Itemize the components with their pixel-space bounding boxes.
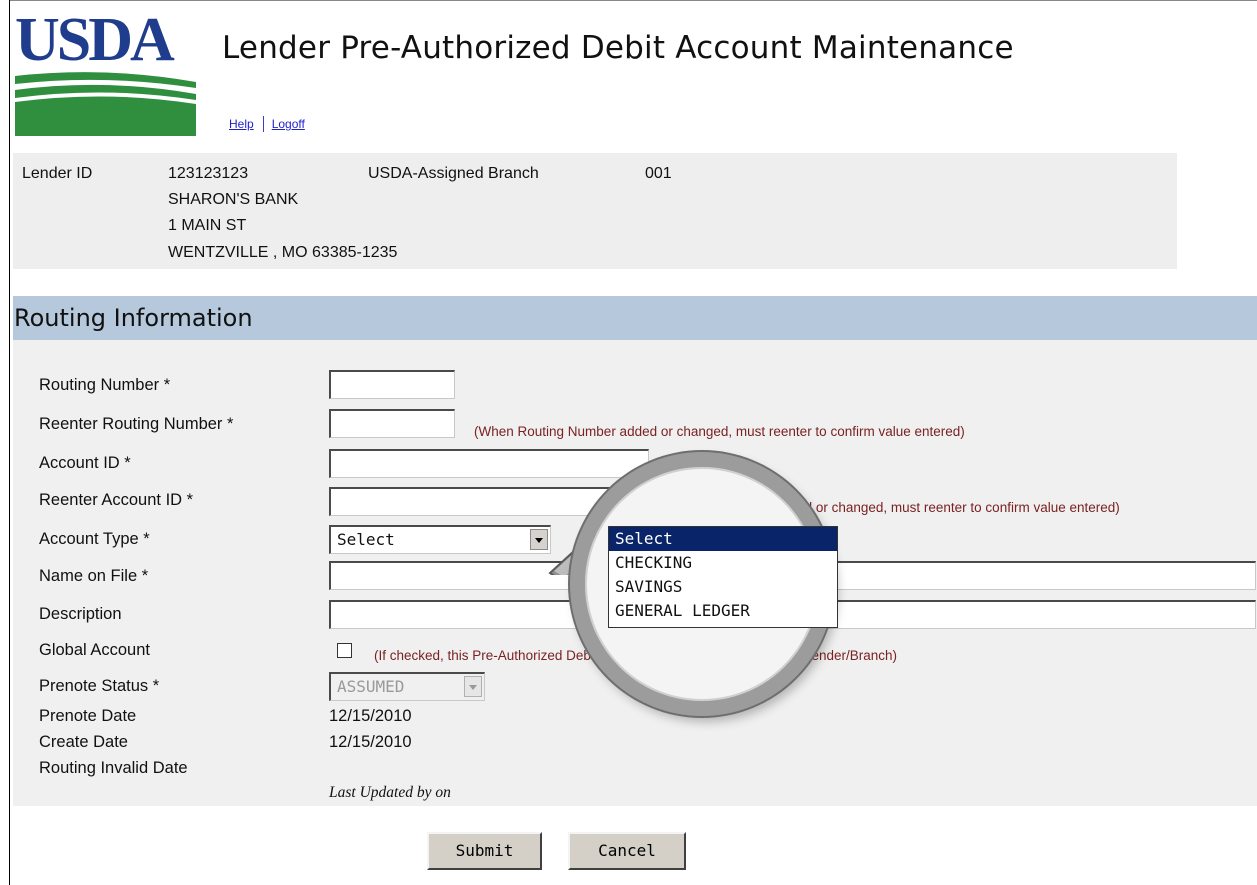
account-id-label: Account ID *: [39, 454, 131, 472]
prenote-status-value: ASSUMED: [337, 677, 405, 696]
dropdown-option[interactable]: CHECKING: [609, 551, 837, 575]
dropdown-arrow-icon: [464, 676, 482, 697]
reenter-routing-number-input[interactable]: [329, 409, 455, 438]
branch-label: USDA-Assigned Branch: [368, 165, 539, 182]
lender-street: 1 MAIN ST: [168, 217, 247, 234]
dropdown-option[interactable]: SAVINGS: [609, 575, 837, 599]
account-type-select[interactable]: Select: [329, 525, 551, 554]
lender-id-value: 123123123: [168, 165, 249, 182]
page-title: Lender Pre-Authorized Debit Account Main…: [222, 30, 1014, 66]
prenote-date-value: 12/15/2010: [329, 707, 412, 725]
dropdown-option[interactable]: GENERAL LEDGER: [609, 599, 837, 623]
lender-info-panel: Lender ID 123123123 USDA-Assigned Branch…: [13, 153, 1177, 269]
global-account-label: Global Account: [39, 641, 150, 659]
logoff-link[interactable]: Logoff: [272, 117, 305, 131]
routing-number-hint: (When Routing Number added or changed, m…: [474, 424, 965, 439]
routing-invalid-date-label: Routing Invalid Date: [39, 759, 188, 777]
last-updated-text: Last Updated by on: [329, 784, 451, 801]
section-header: Routing Information: [13, 296, 1257, 340]
submit-button[interactable]: Submit: [427, 832, 542, 870]
usda-logo: USDA: [15, 6, 196, 136]
routing-number-label: Routing Number *: [39, 376, 171, 394]
branch-value: 001: [645, 165, 672, 182]
description-label: Description: [39, 605, 122, 623]
name-on-file-label: Name on File *: [39, 567, 149, 585]
prenote-status-label: Prenote Status *: [39, 677, 160, 695]
routing-number-input[interactable]: [329, 370, 455, 399]
prenote-date-label: Prenote Date: [39, 707, 137, 725]
lender-id-label: Lender ID: [22, 165, 93, 182]
dropdown-option[interactable]: Select: [609, 527, 837, 551]
cancel-button[interactable]: Cancel: [568, 832, 686, 870]
create-date-value: 12/15/2010: [329, 733, 412, 751]
prenote-status-select: ASSUMED: [329, 672, 485, 701]
create-date-label: Create Date: [39, 733, 128, 751]
window-left-border: [9, 0, 10, 885]
account-type-label: Account Type *: [39, 530, 150, 548]
reenter-account-id-label: Reenter Account ID *: [39, 491, 194, 509]
reenter-routing-number-label: Reenter Routing Number *: [39, 415, 234, 433]
header-links: Help Logoff: [229, 116, 305, 132]
link-separator: [262, 116, 264, 132]
lender-name: SHARON'S BANK: [168, 191, 299, 208]
window-top-border: [9, 0, 1257, 1]
global-account-checkbox[interactable]: [337, 643, 352, 658]
usda-logo-fields-icon: [15, 72, 196, 136]
account-type-value: Select: [337, 530, 395, 549]
section-title: Routing Information: [14, 304, 253, 332]
account-id-input[interactable]: [329, 449, 649, 478]
lender-city-state-zip: WENTZVILLE , MO 63385-1235: [168, 244, 398, 261]
account-type-dropdown-list[interactable]: Select CHECKING SAVINGS GENERAL LEDGER: [608, 526, 838, 628]
usda-logo-text: USDA: [15, 6, 175, 74]
help-link[interactable]: Help: [229, 117, 254, 131]
